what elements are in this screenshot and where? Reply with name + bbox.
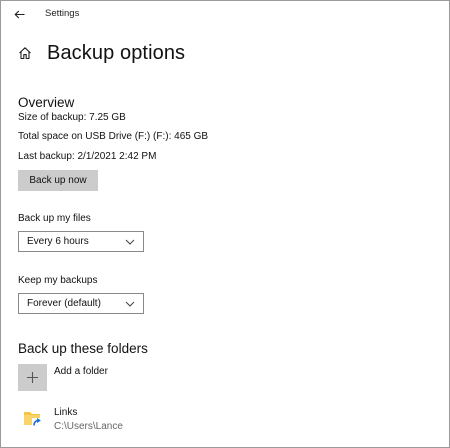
title-bar: Settings (1, 1, 449, 27)
folders-heading: Back up these folders (18, 341, 148, 356)
plus-icon (27, 372, 38, 383)
page-title: Backup options (47, 41, 186, 64)
keep-backups-value: Forever (default) (27, 298, 101, 309)
folder-shortcut-icon (24, 412, 42, 427)
folder-name: Links (54, 407, 78, 418)
page-header: Backup options (18, 41, 185, 65)
back-up-files-label: Back up my files (18, 213, 91, 224)
backup-frequency-value: Every 6 hours (27, 236, 89, 247)
folder-item-links[interactable]: Links C:\Users\Lance (18, 404, 218, 436)
chevron-down-icon (125, 301, 135, 307)
overview-heading: Overview (18, 95, 75, 110)
backup-frequency-select[interactable]: Every 6 hours (18, 231, 144, 252)
folder-path: C:\Users\Lance (54, 421, 123, 432)
chevron-down-icon (125, 239, 135, 245)
keep-backups-select[interactable]: Forever (default) (18, 293, 144, 314)
last-backup: Last backup: 2/1/2021 2:42 PM (18, 151, 157, 162)
keep-backups-label: Keep my backups (18, 275, 98, 286)
settings-window: Settings Backup options Overview Size of… (0, 0, 450, 448)
total-space: Total space on USB Drive (F:) (F:): 465 … (18, 131, 209, 142)
back-up-now-button[interactable]: Back up now (18, 170, 98, 191)
add-folder-label[interactable]: Add a folder (54, 366, 108, 377)
backup-size: Size of backup: 7.25 GB (18, 112, 126, 123)
app-title: Settings (45, 8, 80, 19)
back-arrow-icon (13, 10, 24, 18)
add-folder-button[interactable] (18, 364, 47, 391)
home-icon[interactable] (18, 45, 34, 61)
back-button[interactable] (9, 5, 29, 23)
